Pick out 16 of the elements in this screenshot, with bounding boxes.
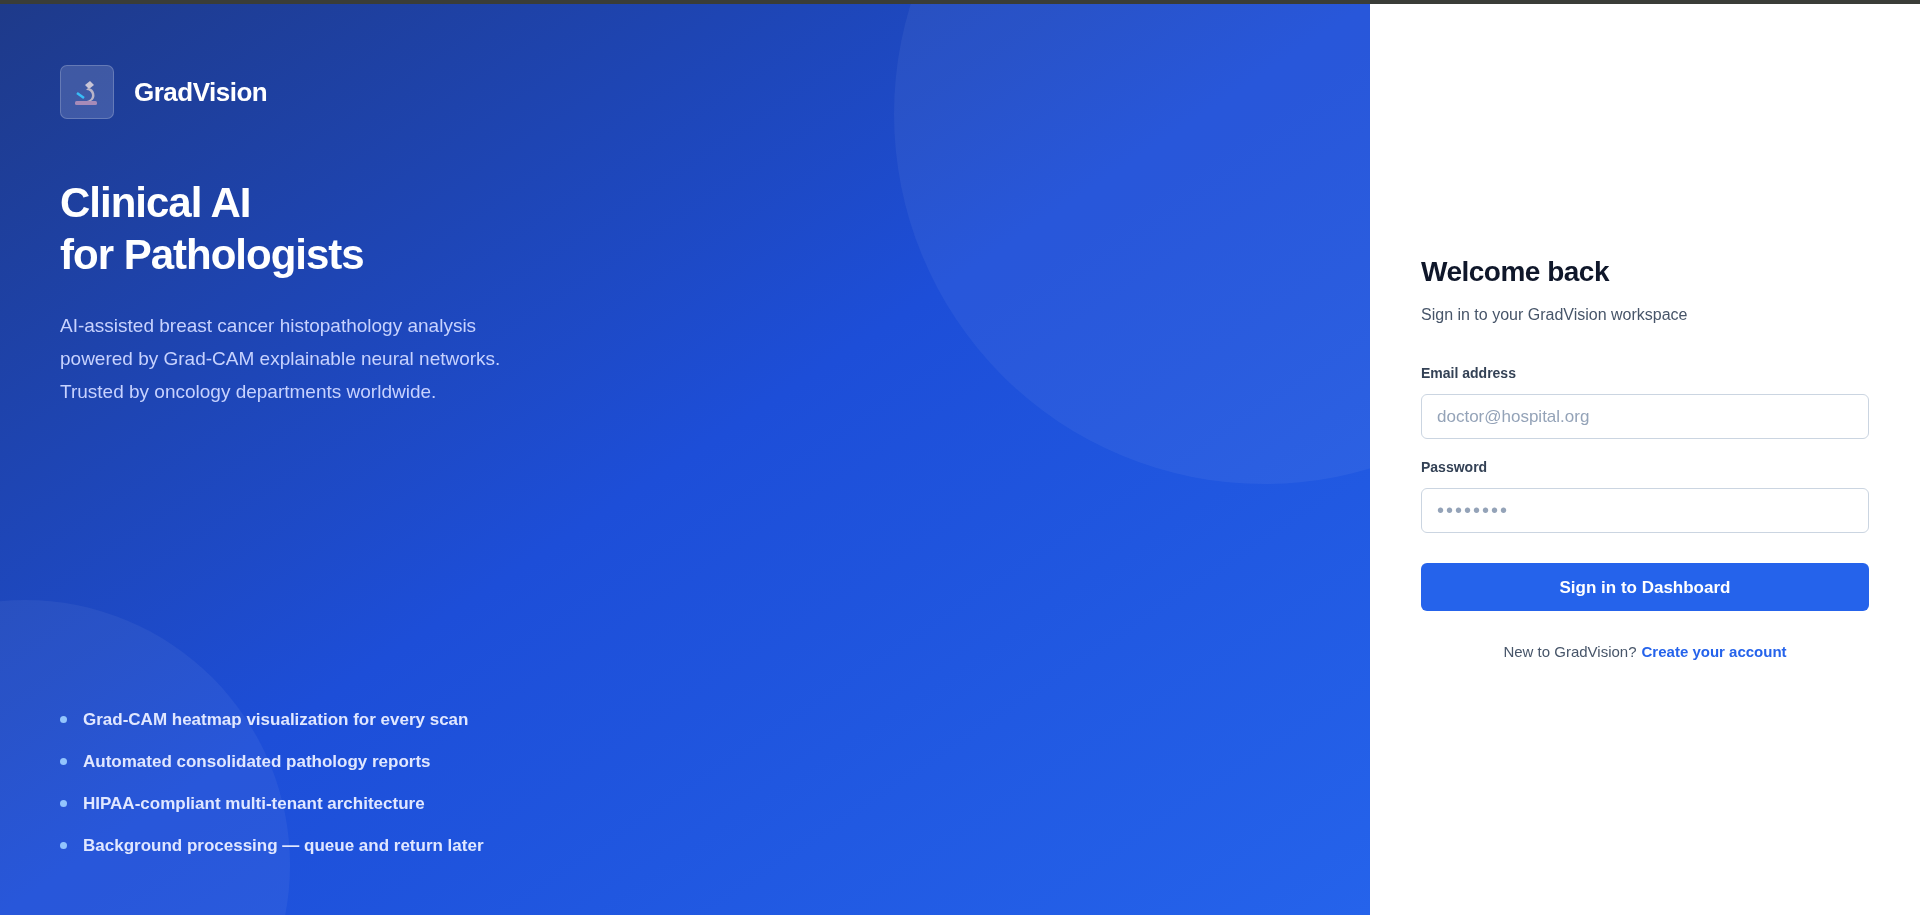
sign-in-button[interactable]: Sign in to Dashboard bbox=[1421, 563, 1869, 612]
feature-text: Automated consolidated pathology reports bbox=[83, 751, 431, 773]
field-label: Email address bbox=[1421, 364, 1517, 384]
form-title: Welcome back bbox=[1421, 255, 1611, 290]
feature-text: Grad-CAM heatmap visualization for every scan bbox=[83, 709, 469, 731]
brand-name: GradVision bbox=[134, 75, 268, 109]
create-account-link[interactable]: Create your account bbox=[1641, 641, 1787, 664]
form-subtitle: Sign in to your GradVision workspace bbox=[1421, 305, 1689, 326]
email-field[interactable]: doctor@hospital.org bbox=[1421, 394, 1869, 440]
feature-text: Background processing — queue and return later bbox=[83, 835, 484, 857]
field-label: Password bbox=[1421, 458, 1489, 478]
password-field[interactable]: •••••••• bbox=[1421, 488, 1869, 534]
hero-title: Clinical AI for Pathologists bbox=[60, 178, 365, 280]
feature-text: HIPAA-compliant multi-tenant architecture bbox=[83, 793, 425, 815]
hero-description: AI-assisted breast cancer histopathology analysis powered by Grad-CAM explainable neural networks. Trusted by oncology departments worldwide. bbox=[60, 314, 502, 404]
footer-text: New to GradVision? bbox=[1503, 642, 1637, 663]
